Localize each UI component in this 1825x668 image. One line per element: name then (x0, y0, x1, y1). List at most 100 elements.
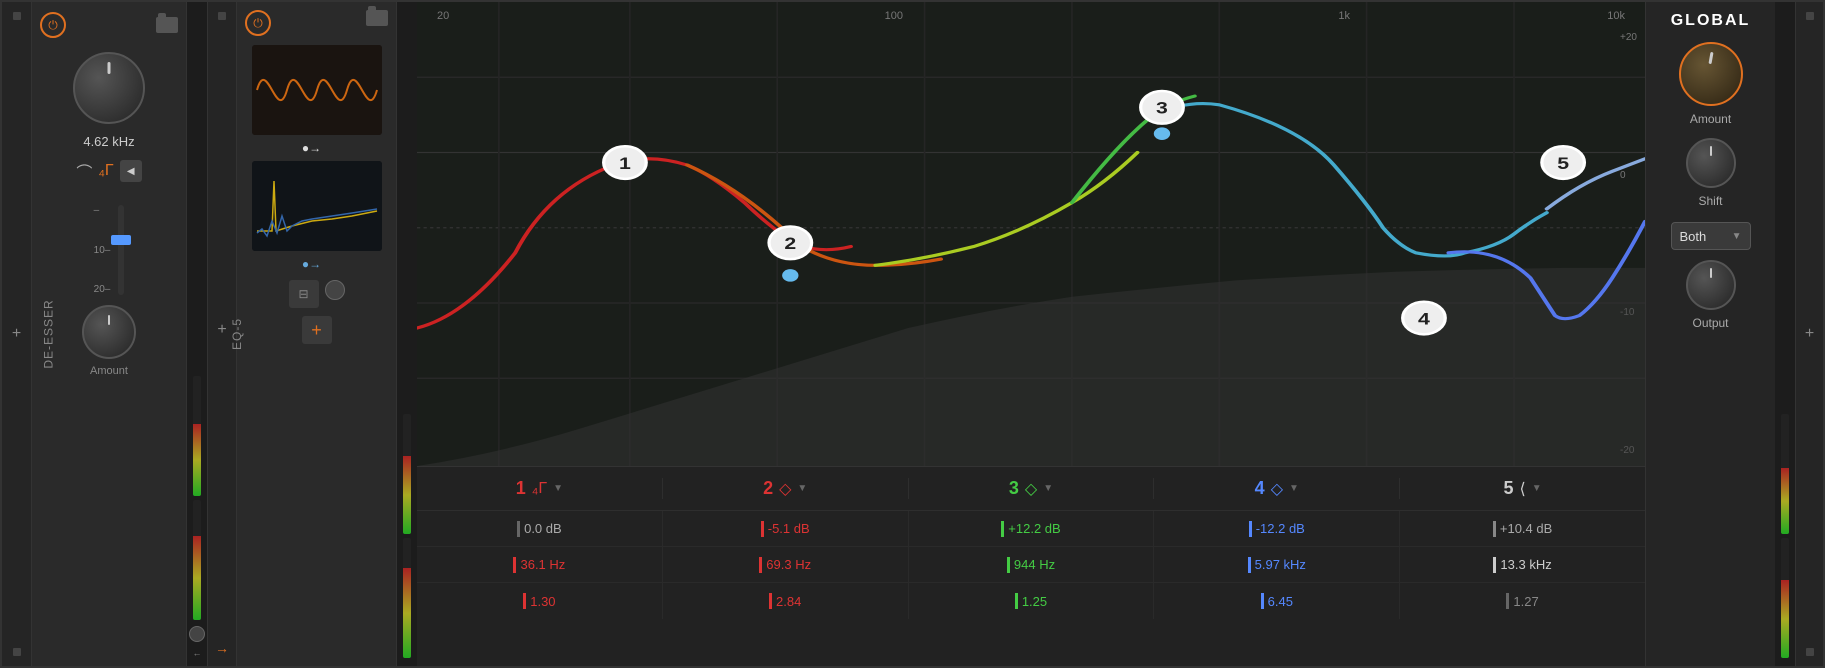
eq-graph[interactable]: 20 100 1k 10k +20 0 -10 -20 (417, 2, 1645, 466)
deesser-frequency-display: 4.62 kHz (83, 134, 134, 149)
band-1-freq-cell[interactable]: 36.1 Hz (417, 547, 663, 582)
eq5-mini-display-top[interactable] (252, 45, 382, 135)
deesser-fader-track[interactable] (118, 205, 124, 295)
band-4-header[interactable]: 4 ◇ ▼ (1154, 478, 1400, 499)
right-add-button[interactable]: + (1801, 325, 1819, 343)
eq5-vu-fill-2 (403, 568, 411, 658)
global-both-chevron: ▼ (1732, 231, 1742, 242)
deesser-vu-fill-left (193, 424, 201, 496)
svg-text:2: 2 (784, 235, 796, 253)
deesser-mute-button[interactable]: ◀ (120, 160, 142, 182)
global-both-label: Both (1680, 229, 1707, 244)
band-1-header[interactable]: 1 ₄Γ ▼ (417, 478, 663, 499)
band-5-gain-cell[interactable]: +10.4 dB (1400, 511, 1645, 546)
band-5-icon[interactable]: ⟨ (1520, 479, 1526, 499)
global-both-dropdown[interactable]: Both ▼ (1671, 222, 1751, 250)
eq5-waveform-bottom-svg (252, 161, 382, 251)
band-2-q-bar (769, 593, 772, 609)
deesser-filter-low[interactable]: ⌒ (76, 159, 92, 183)
deesser-vu-bar-right (193, 500, 201, 620)
eq5-bottom-arrow[interactable]: ●→ (302, 254, 331, 274)
deesser-vu-knob[interactable] (189, 626, 205, 642)
band-2-header[interactable]: 2 ◇ ▼ (663, 478, 909, 499)
band-2-gain-value: -5.1 dB (768, 521, 810, 536)
svg-text:3: 3 (1156, 100, 1168, 118)
band-1-icon[interactable]: ₄Γ (532, 480, 547, 498)
band-4-q-bar (1261, 593, 1264, 609)
band-2-icon[interactable]: ◇ (779, 479, 791, 499)
band-5-chevron[interactable]: ▼ (1532, 483, 1542, 494)
eq5-waveform-top-svg (252, 45, 382, 135)
band-3-header[interactable]: 3 ◇ ▼ (909, 478, 1155, 499)
mid-add-button[interactable]: + (213, 321, 231, 339)
band-3-q-value: 1.25 (1022, 594, 1047, 609)
band-5-q-cell[interactable]: 1.27 (1400, 583, 1645, 619)
band-2-q-cell[interactable]: 2.84 (663, 583, 909, 619)
band-3-icon[interactable]: ◇ (1025, 479, 1037, 499)
band-4-freq-value: 5.97 kHz (1255, 557, 1306, 572)
deesser-frequency-knob[interactable] (73, 52, 145, 124)
global-output-knob[interactable] (1686, 260, 1736, 310)
deesser-amount-knob[interactable] (82, 305, 136, 359)
band-3-chevron[interactable]: ▼ (1043, 483, 1053, 494)
band-4-q-value: 6.45 (1268, 594, 1293, 609)
band-4-icon[interactable]: ◇ (1271, 479, 1283, 499)
eq-gain-row: 0.0 dB -5.1 dB +12.2 dB -12.2 dB +10.4 d… (417, 511, 1645, 547)
global-shift-label: Shift (1698, 194, 1722, 208)
band-4-number: 4 (1255, 478, 1265, 499)
band-3-q-cell[interactable]: 1.25 (909, 583, 1155, 619)
band-4-gain-cell[interactable]: -12.2 dB (1154, 511, 1400, 546)
eq5-vu-fill-1 (403, 456, 411, 534)
deesser-title: DE-ESSER (42, 299, 56, 368)
eq5-top-arrow[interactable]: ●→ (302, 138, 331, 158)
eq5-folder-button[interactable] (366, 10, 388, 26)
eq5-vu-knob[interactable] (325, 280, 345, 300)
right-dot-bottom (1806, 648, 1814, 656)
global-shift-knob[interactable] (1686, 138, 1736, 188)
band-1-gain-value: 0.0 dB (524, 521, 562, 536)
eq-band-headers: 1 ₄Γ ▼ 2 ◇ ▼ 3 ◇ ▼ 4 (417, 467, 1645, 511)
eq5-mini-display-bottom[interactable] (252, 161, 382, 251)
deesser-amount-label: Amount (90, 365, 128, 377)
global-vu-strip (1775, 2, 1795, 666)
global-vu-bar-2 (1781, 538, 1789, 658)
band-5-header[interactable]: 5 ⟨ ▼ (1400, 478, 1645, 499)
eq5-window-button[interactable]: ⊟ (289, 280, 319, 308)
eq5-add-icon[interactable]: + (302, 316, 332, 344)
band-4-q-cell[interactable]: 6.45 (1154, 583, 1400, 619)
deesser-power-button[interactable]: ⏻ (40, 12, 66, 38)
deesser-fader-handle[interactable] (111, 235, 131, 245)
deesser-scale-0: – (94, 205, 111, 216)
band-4-freq-cell[interactable]: 5.97 kHz (1154, 547, 1400, 582)
eq5-vu-bar-2 (403, 538, 411, 658)
eq5-power-button[interactable]: ⏻ (245, 10, 271, 36)
left-add-button[interactable]: + (8, 325, 26, 343)
deesser-panel: DE-ESSER ⏻ 4.62 kHz ⌒ ₄Γ ◀ – 10– 20– Amo… (32, 2, 187, 666)
band-2-chevron[interactable]: ▼ (797, 483, 807, 494)
eq5-add-btn[interactable]: + (302, 316, 332, 344)
left-strip: + (2, 2, 32, 666)
band-1-gain-cell[interactable]: 0.0 dB (417, 511, 663, 546)
eq5-vu-strip (397, 2, 417, 666)
band-2-gain-cell[interactable]: -5.1 dB (663, 511, 909, 546)
band-4-chevron[interactable]: ▼ (1289, 483, 1299, 494)
band-5-freq-cell[interactable]: 13.3 kHz (1400, 547, 1645, 582)
deesser-filter-high[interactable]: ₄Γ (98, 162, 113, 180)
band-2-q-value: 2.84 (776, 594, 801, 609)
global-amount-knob[interactable] (1679, 42, 1743, 106)
band-3-number: 3 (1009, 478, 1019, 499)
band-1-freq-value: 36.1 Hz (520, 557, 565, 572)
band-1-q-cell[interactable]: 1.30 (417, 583, 663, 619)
deesser-vu-left: ← (187, 2, 207, 666)
band-3-freq-cell[interactable]: 944 Hz (909, 547, 1155, 582)
band-5-number: 5 (1504, 478, 1514, 499)
deesser-folder-button[interactable] (156, 17, 178, 33)
deesser-arrow-icon: ← (193, 648, 202, 658)
eq5-top-row: ⏻ (245, 10, 388, 36)
band-3-gain-cell[interactable]: +12.2 dB (909, 511, 1155, 546)
band-2-freq-cell[interactable]: 69.3 Hz (663, 547, 909, 582)
right-dot-top (1806, 12, 1814, 20)
deesser-vu-bar-left (193, 376, 201, 496)
deesser-vu-fill-right (193, 536, 201, 620)
band-1-chevron[interactable]: ▼ (553, 483, 563, 494)
